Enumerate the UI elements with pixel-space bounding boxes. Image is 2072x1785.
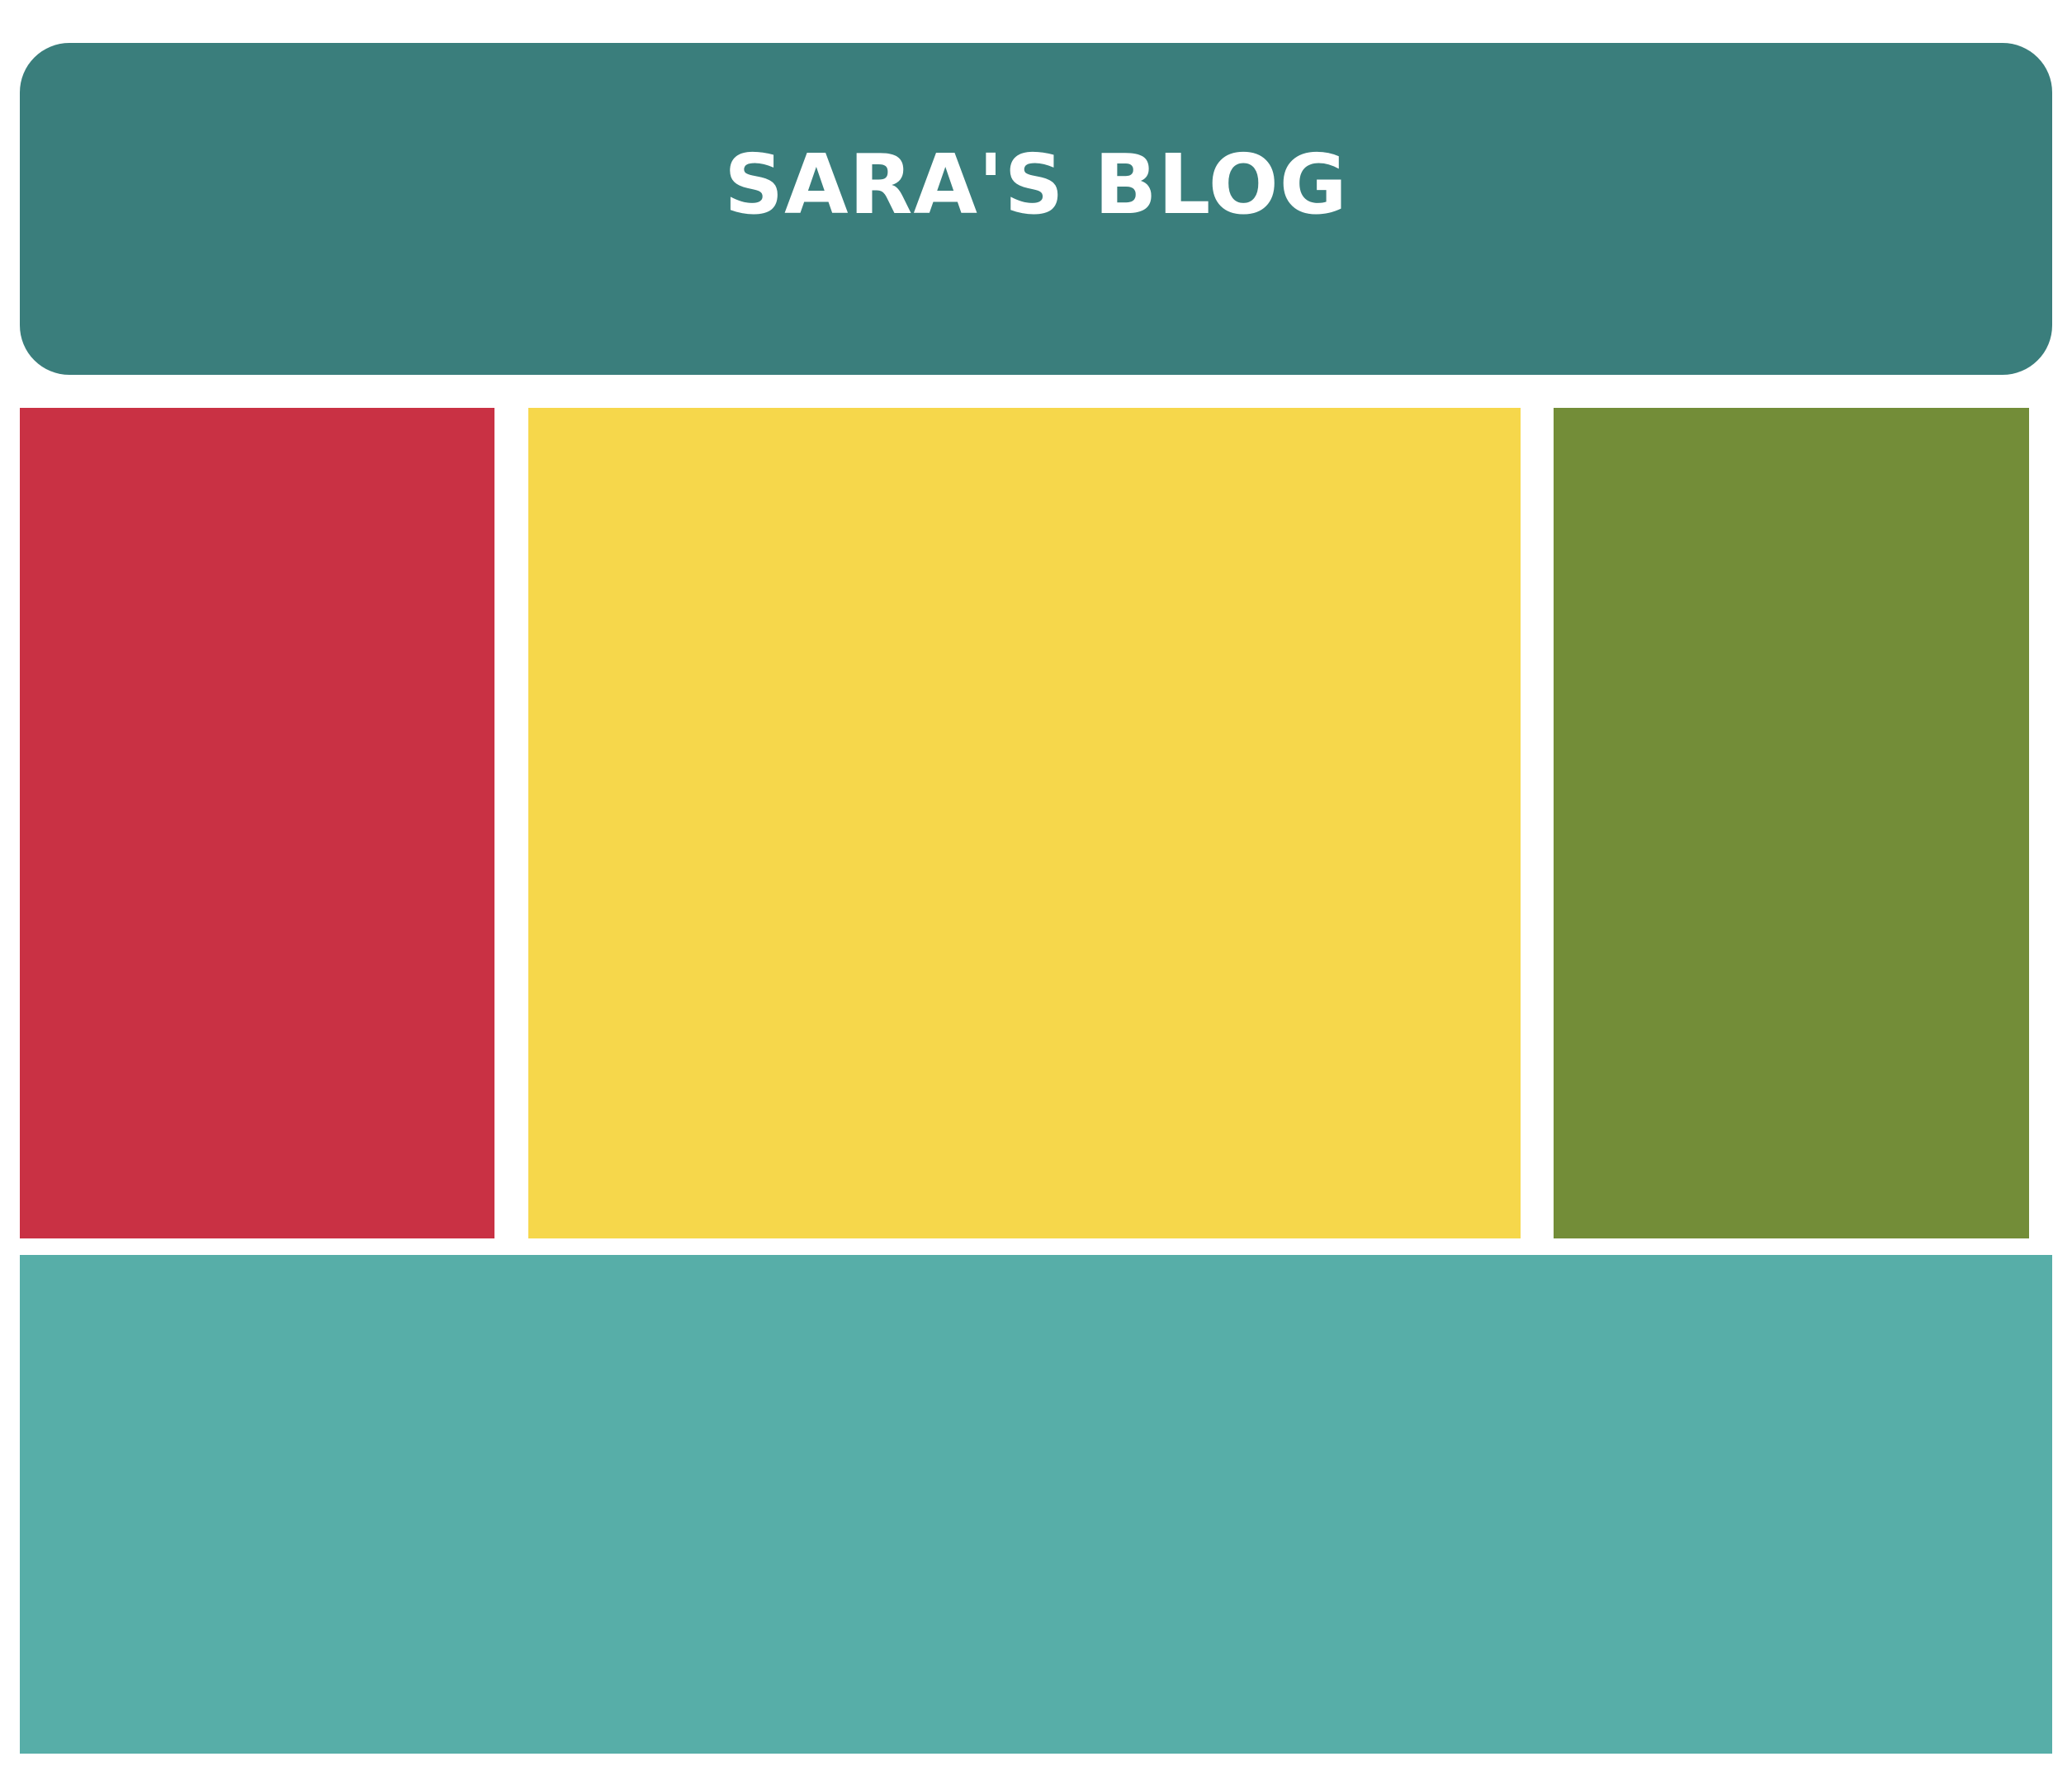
main-content-panel <box>528 408 1521 1238</box>
left-sidebar-panel <box>20 408 494 1238</box>
site-header: SARA'S BLOG <box>20 43 2052 375</box>
site-title: SARA'S BLOG <box>724 136 1348 233</box>
site-footer <box>20 1255 2052 1754</box>
right-sidebar-panel <box>1554 408 2029 1238</box>
